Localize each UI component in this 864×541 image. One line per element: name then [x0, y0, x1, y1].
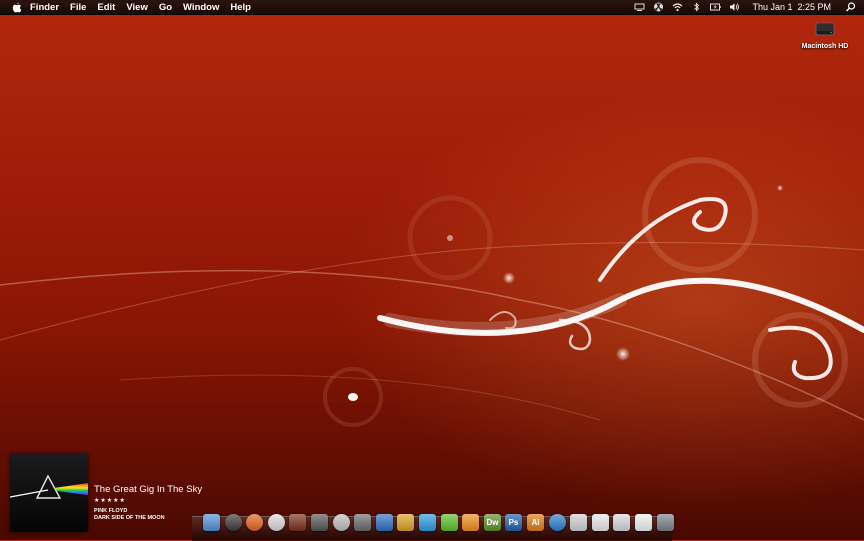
bluetooth-icon[interactable] [691, 2, 702, 12]
radiation-icon[interactable] [653, 2, 664, 12]
menu-finder[interactable]: Finder [30, 2, 59, 13]
dreamweaver-icon[interactable]: Dw [484, 514, 501, 531]
disk-label: Macintosh HD [801, 43, 849, 50]
illustrator-icon[interactable]: Ai [527, 514, 544, 531]
menu-view[interactable]: View [126, 2, 147, 13]
menu-go[interactable]: Go [159, 2, 172, 13]
wallpaper-swirls [0, 157, 864, 427]
cloud-icon[interactable] [419, 514, 436, 531]
track-album: DARK SIDE OF THE MOON [94, 515, 165, 521]
finder-icon[interactable] [203, 514, 220, 531]
preview-icon[interactable] [613, 514, 630, 531]
firefox-icon[interactable] [246, 514, 263, 531]
track-title: The Great Gig In The Sky [94, 484, 203, 495]
guitar-icon[interactable] [397, 514, 414, 531]
grid-icon[interactable] [354, 514, 371, 531]
menu-window[interactable]: Window [183, 2, 219, 13]
spotlight-search-icon[interactable] [845, 2, 856, 12]
status-area: Thu Jan 1 2:25 PM [634, 0, 856, 14]
wifi-icon[interactable] [672, 2, 683, 12]
leaf-icon[interactable] [441, 514, 458, 531]
helmet-icon[interactable] [333, 514, 350, 531]
trash-icon[interactable] [657, 514, 674, 531]
volume-icon[interactable] [729, 2, 740, 12]
document-icon[interactable] [592, 514, 609, 531]
album-art[interactable] [9, 454, 88, 532]
battery-icon[interactable] [710, 2, 722, 12]
dashboard-icon[interactable] [225, 514, 242, 531]
menu-file[interactable]: File [70, 2, 86, 13]
apple-icon[interactable] [12, 2, 22, 13]
now-playing: The Great Gig In The Sky ★★★★★ PINK FLOY… [94, 484, 202, 522]
hat-icon[interactable] [311, 514, 328, 531]
sync-icon[interactable] [549, 514, 566, 531]
compass-icon[interactable] [376, 514, 393, 531]
hard-drive-icon [815, 22, 835, 36]
prism-icon [9, 474, 88, 499]
menu-help[interactable]: Help [230, 2, 251, 13]
menu-edit[interactable]: Edit [97, 2, 115, 13]
track-rating[interactable]: ★★★★★ [94, 497, 202, 504]
blob-icon[interactable] [462, 514, 479, 531]
track-artist: PINK FLOYD [94, 508, 128, 514]
menu-bar: Finder File Edit View Go Window Help Thu… [0, 0, 864, 15]
photoshop-icon[interactable]: Ps [505, 514, 522, 531]
menu-clock[interactable]: Thu Jan 1 2:25 PM [752, 2, 831, 12]
crosshair-icon[interactable] [289, 514, 306, 531]
stand-icon[interactable] [570, 514, 587, 531]
display-icon[interactable] [634, 2, 645, 12]
desktop-disk[interactable]: Macintosh HD [800, 20, 850, 50]
monitor-icon[interactable] [635, 514, 652, 531]
robot-icon[interactable] [268, 514, 285, 531]
